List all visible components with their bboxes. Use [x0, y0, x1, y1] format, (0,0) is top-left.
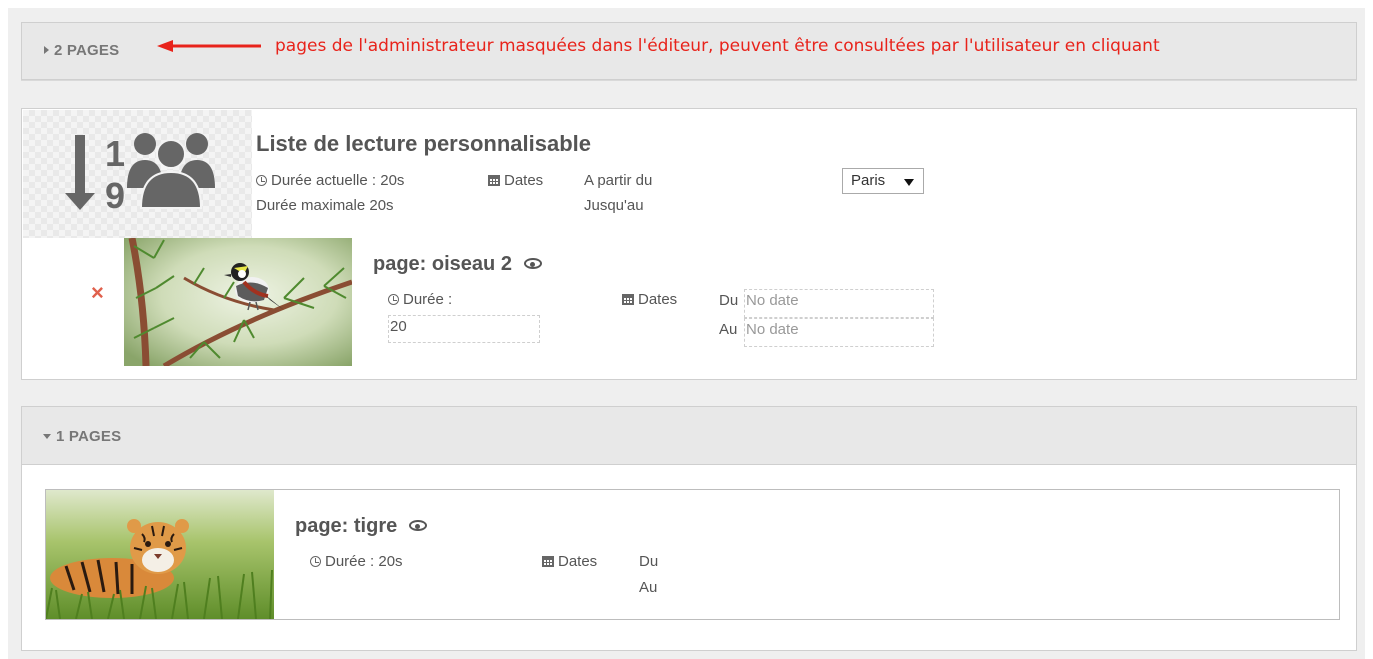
collapsed-group-heading[interactable]: 2 PAGES	[44, 42, 119, 59]
tiger-au-label: Au	[639, 579, 658, 596]
icon-digit-bottom: 9	[105, 175, 125, 216]
current-duration-text: Durée actuelle : 20s	[271, 172, 405, 189]
tiger-page-title-text: page: tigre	[295, 515, 398, 537]
city-select[interactable]: Paris	[842, 168, 924, 194]
calendar-icon	[542, 556, 554, 567]
playlist-panel: 1 9 Liste de lecture personnalisable Dur…	[21, 108, 1357, 380]
du-label: Du	[719, 292, 739, 309]
caret-right-icon	[44, 46, 49, 54]
expanded-group-label: 1 PAGES	[56, 428, 122, 445]
bird-image	[124, 238, 352, 366]
calendar-icon	[488, 175, 500, 186]
eye-icon[interactable]	[523, 258, 542, 269]
expanded-pages-group: 1 PAGES page: tigre Durée: 20s Dates Du…	[21, 406, 1357, 651]
collapsed-group-label: 2 PAGES	[54, 42, 120, 59]
tiger-duration-text: Durée : 20s	[325, 553, 403, 570]
playlist-dates-label: Dates	[488, 172, 543, 189]
tiger-dates-label: Dates	[542, 553, 597, 570]
sort-users-icon: 1 9	[65, 133, 215, 216]
bird-duration-label: Durée :	[388, 291, 452, 308]
annotation-text: pages de l'administrateur masquées dans …	[275, 36, 1160, 56]
au-date-input[interactable]: No date	[744, 318, 934, 347]
bird-thumbnail	[124, 238, 352, 366]
bird-page-title-text: page: oiseau 2	[373, 253, 512, 275]
au-label: Au	[719, 321, 738, 338]
tiger-page-title: page: tigre	[295, 515, 428, 538]
expanded-group-header[interactable]: 1 PAGES	[22, 407, 1356, 465]
eye-icon[interactable]	[409, 520, 428, 531]
from-label: A partir du	[584, 172, 653, 189]
calendar-icon	[622, 294, 634, 305]
max-duration: Durée maximale 20s	[256, 197, 394, 214]
bird-dates-label: Dates	[622, 291, 677, 308]
icon-digit-top: 1	[105, 133, 125, 174]
remove-page-icon[interactable]: ×	[91, 280, 104, 306]
playlist-title: Liste de lecture personnalisable	[256, 131, 592, 156]
expanded-group-heading[interactable]: 1 PAGES	[43, 428, 121, 445]
current-duration: Durée actuelle : 20s	[256, 172, 404, 189]
tiger-dates-text: Dates	[558, 553, 598, 570]
bird-dates-text: Dates	[638, 291, 678, 308]
duration-input[interactable]: 20	[388, 315, 540, 343]
du-date-input[interactable]: No date	[744, 289, 934, 318]
bird-duration-label-text: Durée :	[403, 291, 453, 308]
tiger-page-card: page: tigre Durée : 20s Dates Du Au	[45, 489, 1340, 620]
clock-icon	[310, 556, 321, 567]
tiger-du-label: Du	[639, 553, 659, 570]
dates-text: Dates	[504, 172, 544, 189]
until-label: Jusqu'au	[584, 197, 644, 214]
tiger-thumbnail	[46, 490, 274, 619]
tiger-image	[46, 490, 274, 619]
dropdown-caret-icon	[904, 179, 914, 186]
clock-icon	[256, 175, 267, 186]
tiger-duration: Durée : 20s	[310, 553, 403, 570]
playlist-icon-box: 1 9	[23, 110, 252, 238]
bird-page-title: page: oiseau 2	[373, 253, 542, 276]
city-select-value: Paris	[851, 172, 886, 189]
caret-down-icon	[43, 434, 51, 439]
clock-icon	[388, 294, 399, 305]
annotation-arrow-icon	[157, 40, 261, 52]
